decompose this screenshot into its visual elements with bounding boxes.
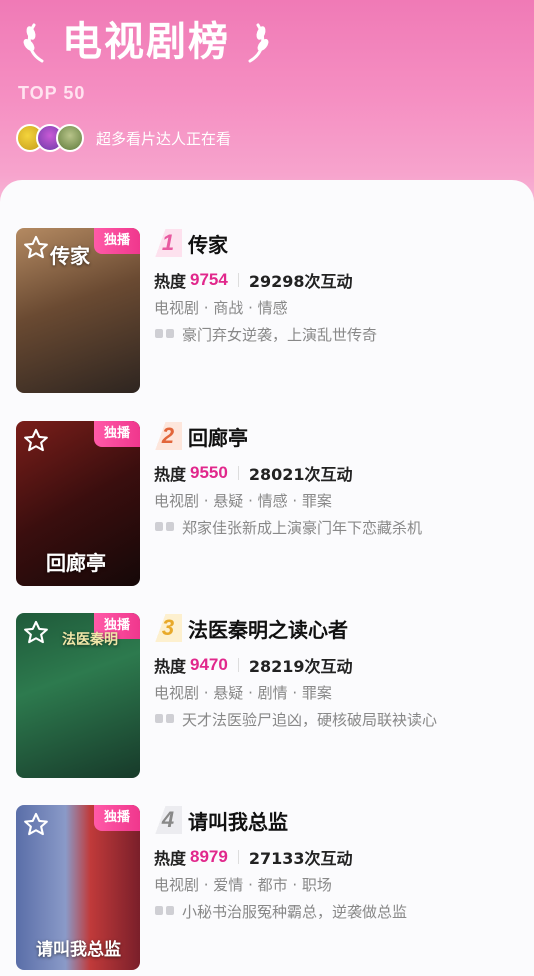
quote-row: 小秘书治服冤种霸总，逆袭做总监 — [154, 899, 514, 923]
poster[interactable]: 独播 法医秦明 — [16, 613, 140, 778]
page-title: 电视剧榜 — [62, 19, 230, 65]
page-subtitle: TOP 50 — [18, 83, 86, 103]
stats-row: 热度 9754 29298次互动 — [154, 268, 514, 292]
quote-icon — [155, 906, 174, 915]
quote-icon — [155, 522, 174, 531]
item-info: 2 回廊亭 热度 9550 28021次互动 电视剧 · 悬疑 · 情感 · 罪… — [154, 421, 514, 539]
rank-number: 1 — [154, 229, 182, 257]
ranking-list: 独播 传家 1 传家 热度 9754 29298次互动 电视剧 · 商战 · 情… — [0, 180, 534, 976]
divider — [237, 466, 239, 480]
list-item[interactable]: 独播 回廊亭 2 回廊亭 热度 9550 28021次互动 电视剧 · 悬疑 ·… — [16, 421, 516, 591]
genre-tags: 电视剧 · 爱情 · 都市 · 职场 — [154, 876, 332, 894]
name-row: 4 请叫我总监 — [154, 805, 514, 835]
viewers-text: 超多看片达人正在看 — [96, 129, 232, 148]
list-item[interactable]: 独播 请叫我总监 4 请叫我总监 热度 8979 27133次互动 电视剧 · … — [16, 805, 516, 975]
divider — [237, 658, 239, 672]
list-item[interactable]: 独播 法医秦明 3 法医秦明之读心者 热度 9470 28219次互动 电视剧 … — [16, 613, 516, 783]
exclusive-badge: 独播 — [94, 421, 140, 447]
star-icon[interactable] — [22, 234, 50, 262]
genre-tags: 电视剧 · 悬疑 · 剧情 · 罪案 — [154, 684, 332, 702]
exclusive-badge: 独播 — [94, 228, 140, 254]
heat-label: 热度 — [154, 465, 187, 484]
poster-title: 请叫我总监 — [36, 940, 121, 960]
heat-value: 8979 — [190, 847, 228, 866]
poster[interactable]: 独播 请叫我总监 — [16, 805, 140, 970]
show-title[interactable]: 回廊亭 — [188, 422, 248, 451]
heat-label: 热度 — [154, 849, 187, 868]
name-row: 1 传家 — [154, 228, 514, 258]
interaction-count: 27133次互动 — [248, 849, 353, 868]
quote-icon — [155, 714, 174, 723]
show-title[interactable]: 请叫我总监 — [188, 806, 288, 835]
item-info: 1 传家 热度 9754 29298次互动 电视剧 · 商战 · 情感 豪门弃女… — [154, 228, 514, 346]
tagline: 小秘书治服冤种霸总，逆袭做总监 — [182, 902, 408, 921]
quote-row: 郑家佳张新成上演豪门年下恋藏杀机 — [154, 515, 514, 539]
item-info: 4 请叫我总监 热度 8979 27133次互动 电视剧 · 爱情 · 都市 ·… — [154, 805, 514, 923]
item-info: 3 法医秦明之读心者 热度 9470 28219次互动 电视剧 · 悬疑 · 剧… — [154, 613, 514, 731]
rank-number: 4 — [154, 806, 182, 834]
interaction-count: 29298次互动 — [248, 272, 353, 291]
heat-label: 热度 — [154, 272, 187, 291]
heat-label: 热度 — [154, 657, 187, 676]
exclusive-badge: 独播 — [94, 805, 140, 831]
divider — [237, 850, 239, 864]
poster[interactable]: 独播 传家 — [16, 228, 140, 393]
show-title[interactable]: 法医秦明之读心者 — [188, 614, 348, 643]
heat-value: 9550 — [190, 463, 228, 482]
heat-value: 9754 — [190, 270, 228, 289]
poster-title: 法医秦明 — [62, 632, 118, 648]
star-icon[interactable] — [22, 811, 50, 839]
rank-number: 3 — [154, 614, 182, 642]
poster-title: 传家 — [50, 244, 90, 268]
poster[interactable]: 独播 回廊亭 — [16, 421, 140, 586]
name-row: 2 回廊亭 — [154, 421, 514, 451]
quote-row: 豪门弃女逆袭，上演乱世传奇 — [154, 322, 514, 346]
ranking-header: 电视剧榜 TOP 50 超多看片达人正在看 — [0, 0, 534, 190]
genre-tags: 电视剧 · 商战 · 情感 — [154, 299, 288, 317]
laurel-left-icon — [23, 23, 44, 63]
interaction-count: 28219次互动 — [248, 657, 353, 676]
star-icon[interactable] — [22, 427, 50, 455]
star-icon[interactable] — [22, 619, 50, 647]
heat-value: 9470 — [190, 655, 228, 674]
poster-title: 回廊亭 — [46, 551, 106, 575]
stats-row: 热度 8979 27133次互动 — [154, 845, 514, 869]
rank-number: 2 — [154, 422, 182, 450]
avatar — [56, 124, 84, 152]
stats-row: 热度 9470 28219次互动 — [154, 653, 514, 677]
list-item[interactable]: 独播 传家 1 传家 热度 9754 29298次互动 电视剧 · 商战 · 情… — [16, 228, 516, 398]
genre-tags: 电视剧 · 悬疑 · 情感 · 罪案 — [154, 492, 332, 510]
quote-row: 天才法医验尸追凶，硬核破局联袂读心 — [154, 707, 514, 731]
tagline: 郑家佳张新成上演豪门年下恋藏杀机 — [182, 518, 423, 537]
interaction-count: 28021次互动 — [248, 465, 353, 484]
show-title[interactable]: 传家 — [188, 229, 228, 258]
quote-icon — [155, 329, 174, 338]
viewers-row: 超多看片达人正在看 — [16, 124, 231, 152]
name-row: 3 法医秦明之读心者 — [154, 613, 514, 643]
stats-row: 热度 9550 28021次互动 — [154, 461, 514, 485]
tagline: 天才法医验尸追凶，硬核破局联袂读心 — [182, 710, 438, 729]
divider — [237, 273, 239, 287]
tagline: 豪门弃女逆袭，上演乱世传奇 — [182, 325, 378, 344]
title-row: 电视剧榜 — [22, 16, 270, 68]
laurel-right-icon — [248, 23, 269, 63]
avatar-group — [16, 124, 84, 152]
